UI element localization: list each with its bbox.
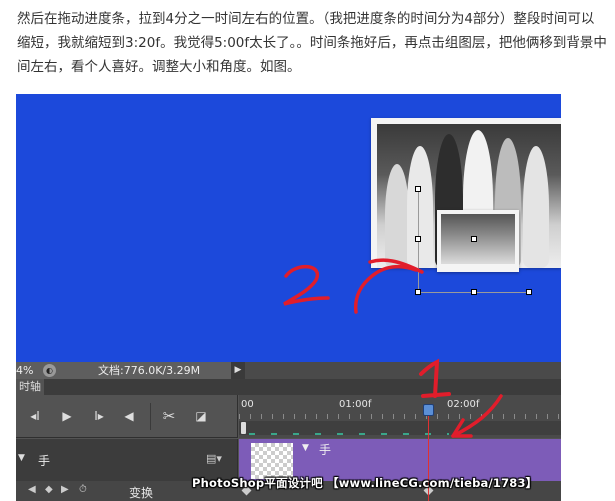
tab-timeline[interactable]: 时轴: [16, 379, 44, 395]
clip-expand-icon[interactable]: ▼: [302, 443, 309, 453]
expand-layer-icon[interactable]: ▼: [18, 453, 25, 463]
status-bar: 4% ◐ 文档:776.0K/3.29M ▶: [16, 362, 561, 379]
clip-name: 手: [319, 443, 332, 457]
document-info: 文档:776.0K/3.29M: [98, 364, 201, 377]
next-frame-button[interactable]: I▸: [90, 408, 108, 424]
next-keyframe-button[interactable]: ▶: [61, 484, 69, 495]
first-frame-button[interactable]: ◂I: [26, 408, 44, 424]
site-watermark: PhotoShop平面设计吧 【www.lineCG.com/tieba/178…: [192, 476, 538, 490]
transform-handle[interactable]: [415, 186, 421, 192]
ruler-label: 00: [241, 399, 254, 410]
audio-button[interactable]: ◀: [120, 408, 138, 424]
ruler-label: 01:00f: [339, 399, 372, 410]
play-button[interactable]: ▶: [58, 408, 76, 424]
time-ruler[interactable]: 00 01:00f 02:00f: [239, 395, 561, 438]
ruler-label: 02:00f: [447, 399, 480, 410]
zoom-level[interactable]: 4%: [16, 362, 33, 379]
controls-divider: [150, 403, 151, 430]
clip-thumbnail: [251, 443, 293, 479]
playhead-handle[interactable]: [423, 404, 434, 416]
transform-handle[interactable]: [471, 289, 477, 295]
transition-icon[interactable]: ◪: [192, 408, 210, 424]
timeline-panel-header: 时轴: [16, 379, 561, 395]
hand-photo-layer[interactable]: [437, 210, 519, 272]
playback-controls: ◂I ▶ I▸ ◀ ✂ ◪: [16, 395, 238, 438]
work-area-start-handle[interactable]: [241, 422, 246, 434]
transform-handle[interactable]: [471, 236, 477, 242]
property-label: 变换: [129, 486, 154, 500]
article-paragraph: 然后在拖动进度条，拉到4分之一时间左右的位置。（我把进度条的时间分为4部分）整段…: [17, 11, 607, 75]
prev-keyframe-button[interactable]: ◀: [28, 484, 36, 495]
transform-handle[interactable]: [415, 236, 421, 242]
zoom-icon[interactable]: ◐: [43, 364, 56, 377]
ruler-ticks: [239, 414, 561, 419]
cached-frames-indicator: [249, 433, 449, 435]
hand-photo-image: [441, 214, 515, 264]
status-menu-arrow-icon[interactable]: ▶: [231, 362, 245, 379]
group-photo-layer[interactable]: [371, 118, 561, 272]
film-icon[interactable]: ▤▾: [206, 452, 222, 465]
transform-handle[interactable]: [415, 289, 421, 295]
scissors-icon[interactable]: ✂: [160, 408, 178, 424]
photoshop-window: 4% ◐ 文档:776.0K/3.29M ▶ 时轴 ◂I ▶ I▸ ◀ ✂ ◪ …: [16, 94, 561, 501]
layer-name: 手: [38, 454, 51, 468]
transform-handle[interactable]: [526, 289, 532, 295]
add-keyframe-button[interactable]: ◆: [45, 484, 53, 495]
document-canvas[interactable]: [16, 94, 561, 362]
stopwatch-icon[interactable]: ⏱: [79, 484, 87, 495]
status-bar-empty: [245, 362, 561, 379]
